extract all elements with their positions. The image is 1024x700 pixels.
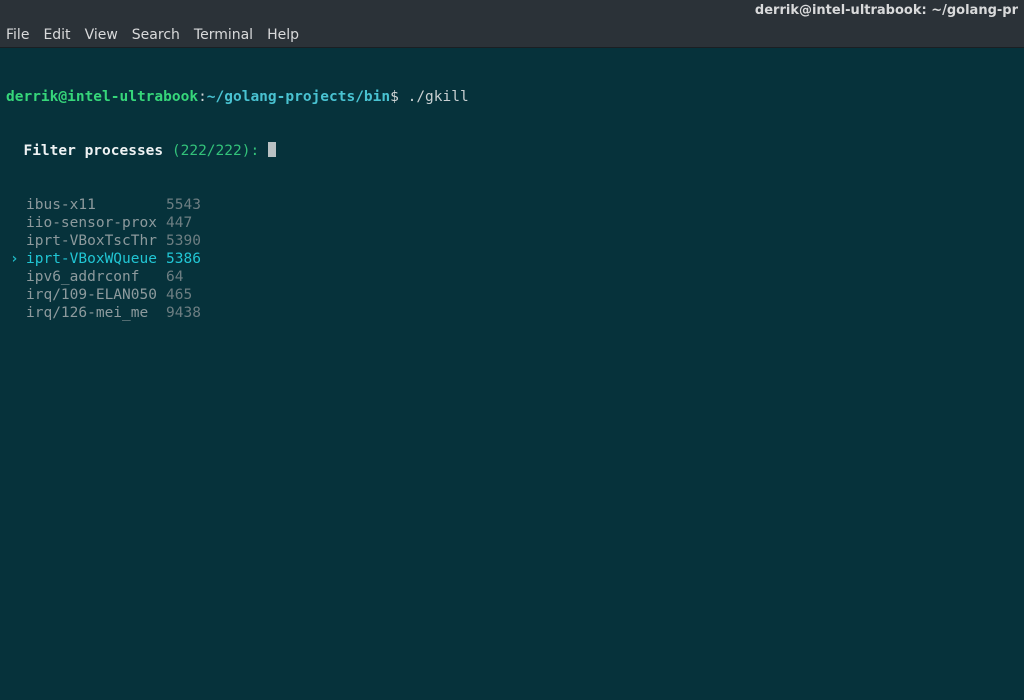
process-name: iio-sensor-prox (26, 214, 166, 232)
process-name: iprt-VBoxTscThr (26, 232, 166, 250)
prompt-line: derrik@intel-ultrabook:~/golang-projects… (6, 88, 1018, 106)
process-pid: 9438 (166, 304, 201, 322)
filter-label: Filter processes (23, 143, 163, 159)
filter-line: Filter processes (222/222): (6, 142, 1018, 160)
prompt-separator: : (198, 89, 207, 105)
menu-edit[interactable]: Edit (43, 27, 70, 43)
process-row[interactable]: irq/126-mei_me9438 (6, 304, 1018, 322)
process-name: irq/109-ELAN050 (26, 286, 166, 304)
process-row[interactable]: iio-sensor-prox447 (6, 214, 1018, 232)
text-cursor-icon (268, 142, 276, 157)
process-pid: 5386 (166, 250, 201, 268)
process-name: ibus-x11 (26, 196, 166, 214)
process-pid: 447 (166, 214, 192, 232)
process-row[interactable]: iprt-VBoxTscThr5390 (6, 232, 1018, 250)
process-row[interactable]: ›iprt-VBoxWQueue5386 (6, 250, 1018, 268)
process-pid: 5390 (166, 232, 201, 250)
menu-view[interactable]: View (85, 27, 118, 43)
process-pid: 64 (166, 268, 183, 286)
selection-marker-icon: › (10, 250, 22, 268)
process-pid: 5543 (166, 196, 201, 214)
prompt-suffix: $ (390, 89, 399, 105)
menu-help[interactable]: Help (267, 27, 299, 43)
prompt-path: ~/golang-projects/bin (207, 89, 390, 105)
process-name: irq/126-mei_me (26, 304, 166, 322)
menu-file[interactable]: File (6, 27, 29, 43)
filter-count: (222/222): (172, 143, 259, 159)
process-list[interactable]: ibus-x115543iio-sensor-prox447iprt-VBoxT… (6, 196, 1018, 322)
process-row[interactable]: ipv6_addrconf64 (6, 268, 1018, 286)
process-name: iprt-VBoxWQueue (26, 250, 166, 268)
prompt-user-host: derrik@intel-ultrabook (6, 89, 198, 105)
process-pid: 465 (166, 286, 192, 304)
process-name: ipv6_addrconf (26, 268, 166, 286)
window-titlebar: derrik@intel-ultrabook: ~/golang-pr (0, 0, 1024, 22)
menu-search[interactable]: Search (132, 27, 180, 43)
terminal-viewport[interactable]: derrik@intel-ultrabook:~/golang-projects… (0, 48, 1024, 700)
process-row[interactable]: irq/109-ELAN050465 (6, 286, 1018, 304)
menubar: File Edit View Search Terminal Help (0, 22, 1024, 48)
entered-command: ./gkill (408, 89, 469, 105)
window-title-text: derrik@intel-ultrabook: ~/golang-pr (755, 3, 1018, 18)
process-row[interactable]: ibus-x115543 (6, 196, 1018, 214)
menu-terminal[interactable]: Terminal (194, 27, 253, 43)
